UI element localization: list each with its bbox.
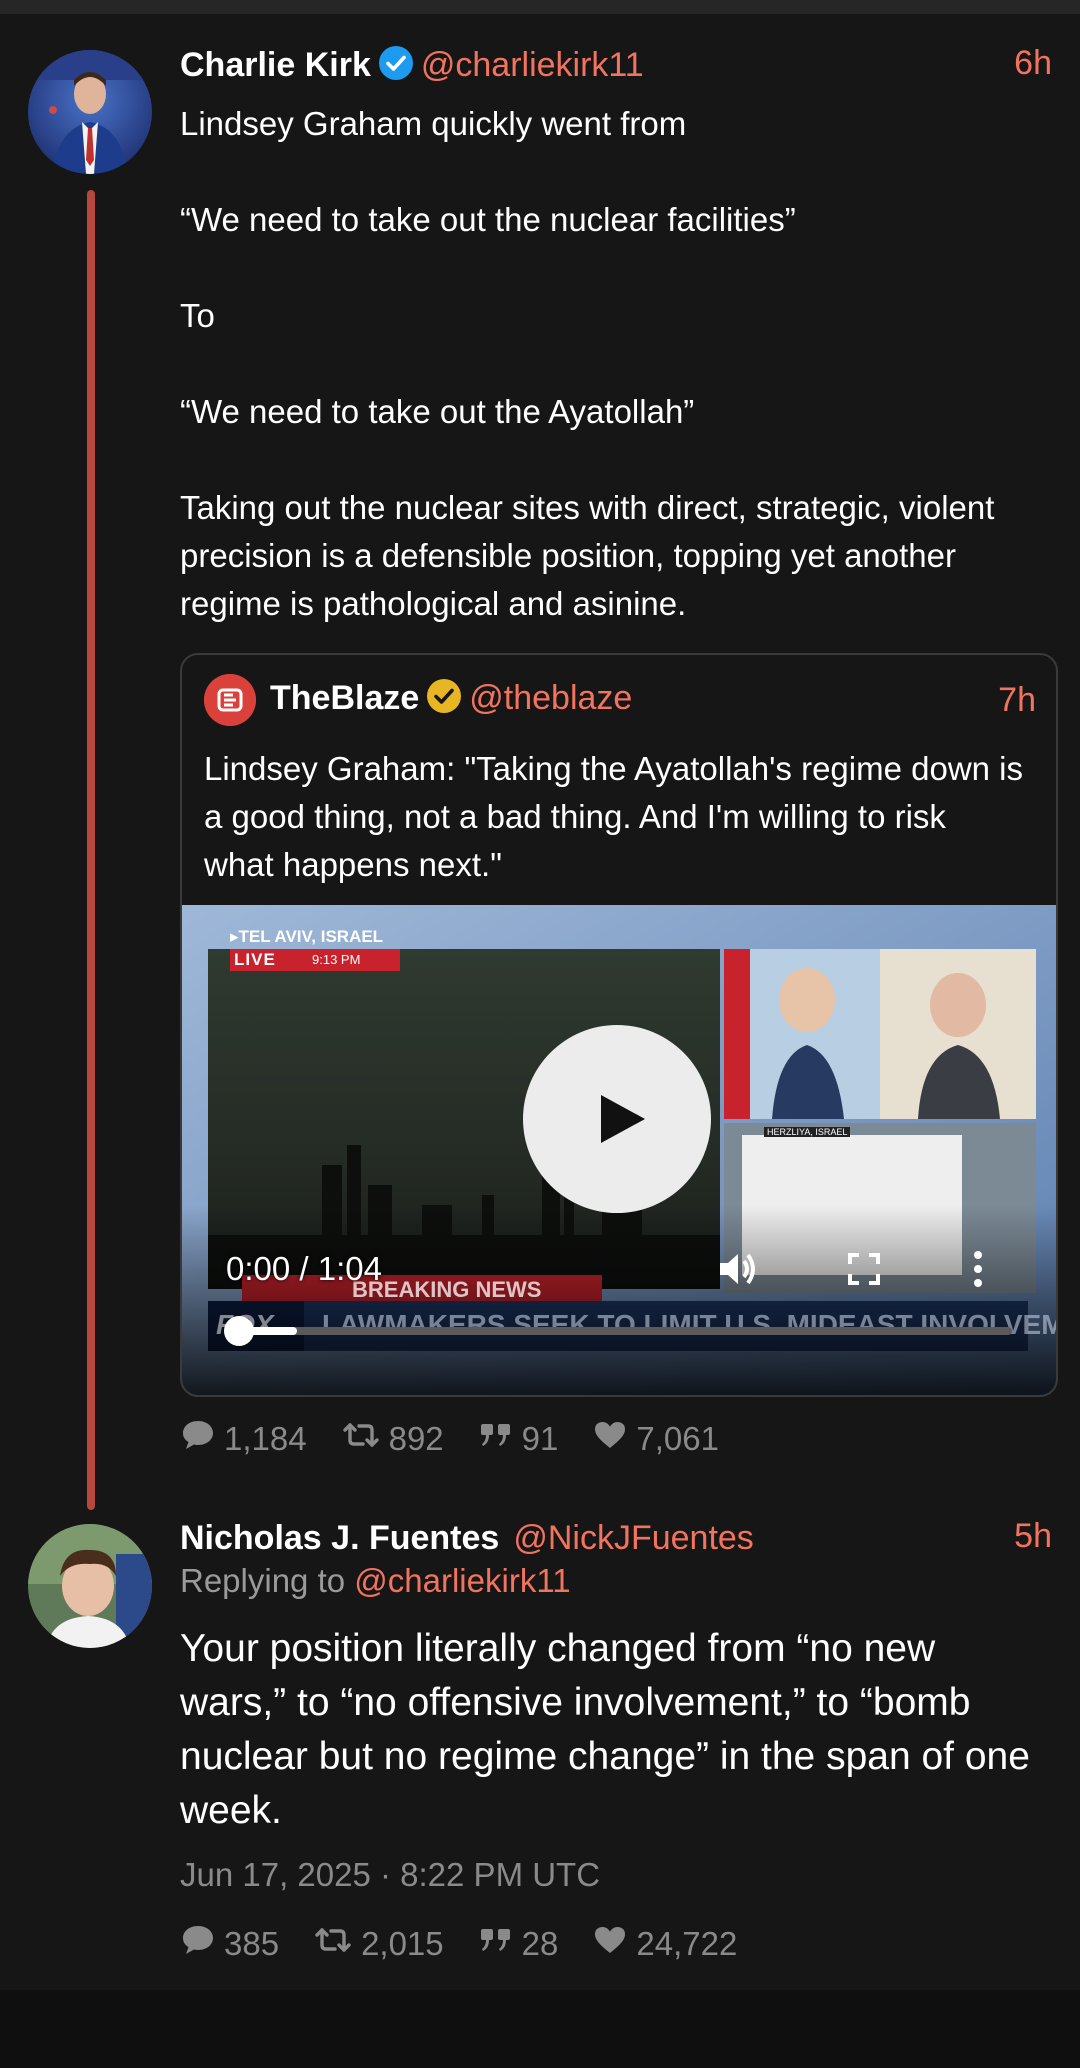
- quoted-tweet[interactable]: TheBlaze @theblaze 7h Lindsey Graham: "Ta…: [180, 653, 1058, 1397]
- comment-count: 1,184: [224, 1420, 307, 1457]
- theblaze-logo-icon[interactable]: [204, 674, 256, 727]
- video-live-time: 9:13 PM: [312, 952, 361, 967]
- video-live-badge: LIVE: [234, 950, 276, 969]
- fullscreen-icon[interactable]: [844, 1249, 884, 1294]
- volume-icon[interactable]: [714, 1245, 762, 1298]
- comment-stat[interactable]: 1,184: [180, 1418, 307, 1460]
- quote-icon: [478, 1420, 522, 1458]
- quote-time[interactable]: 7h: [998, 681, 1036, 720]
- thread-line: [87, 190, 95, 1510]
- tweet-text: Your position literally changed from “no…: [180, 1627, 1030, 1832]
- tweet-date[interactable]: Jun 17, 2025 · 8:22 PM UTC: [180, 1856, 600, 1894]
- quote-author-handle[interactable]: @theblaze: [469, 679, 632, 717]
- tweet-stats: 385 2,015 28 24,722: [180, 1923, 771, 1965]
- comment-count: 385: [224, 1925, 280, 1962]
- video-progress-track[interactable]: [224, 1316, 1012, 1346]
- author-handle[interactable]: @NickJFuentes: [513, 1519, 753, 1557]
- like-stat[interactable]: 24,722: [592, 1924, 737, 1964]
- author-handle[interactable]: @charliekirk11: [421, 46, 644, 84]
- top-bar: [0, 0, 1080, 14]
- replying-to-label: Replying to: [180, 1562, 346, 1599]
- retweet-icon: [341, 1420, 389, 1458]
- quote-author-name[interactable]: TheBlaze: [270, 679, 419, 717]
- retweet-count: 892: [388, 1420, 444, 1457]
- verified-badge-icon: [377, 44, 415, 92]
- quote-header: TheBlaze @theblaze: [204, 673, 632, 729]
- like-count: 24,722: [636, 1925, 738, 1962]
- retweet-count: 2,015: [361, 1925, 444, 1962]
- more-vertical-icon[interactable]: [970, 1249, 986, 1294]
- retweet-stat[interactable]: 892: [341, 1420, 444, 1458]
- tweet-stats: 1,184 892 91 7,061: [180, 1418, 753, 1460]
- tweet-text: Lindsey Graham quickly went from “We nee…: [180, 105, 995, 622]
- comment-stat[interactable]: 385: [180, 1923, 279, 1965]
- video-inset-label: HERZLIYA, ISRAEL: [764, 1127, 851, 1137]
- tweet-header: Nicholas J. Fuentes @NickJFuentes: [180, 1517, 754, 1559]
- tweet-header: Charlie Kirk @charliekirk11: [180, 44, 644, 92]
- like-stat[interactable]: 7,061: [592, 1419, 719, 1459]
- video-scrubber-handle[interactable]: [224, 1316, 254, 1346]
- avatar-charlie-kirk[interactable]: [28, 50, 152, 174]
- video-headline: LAWMAKERS SEEK TO LIMIT U.S. MIDEAST INV…: [322, 1309, 1056, 1340]
- comment-icon: [180, 1923, 224, 1965]
- quote-text: Lindsey Graham: "Taking the Ayatollah's …: [204, 750, 1024, 883]
- quote-count: 28: [521, 1925, 559, 1962]
- author-name[interactable]: Charlie Kirk: [180, 46, 371, 84]
- quote-stat[interactable]: 91: [478, 1420, 559, 1458]
- bottom-bar: [0, 1990, 1080, 2068]
- heart-icon: [592, 1419, 636, 1459]
- quote-stat[interactable]: 28: [478, 1925, 559, 1963]
- tweet-time[interactable]: 5h: [1014, 1517, 1052, 1556]
- like-count: 7,061: [636, 1420, 719, 1457]
- tweet-time[interactable]: 6h: [1014, 44, 1052, 83]
- replying-to: Replying to @charliekirk11: [180, 1562, 571, 1600]
- heart-icon: [592, 1924, 636, 1964]
- quote-count: 91: [521, 1420, 559, 1457]
- avatar-nicholas-fuentes[interactable]: [28, 1524, 152, 1648]
- verified-badge-icon: [425, 677, 463, 729]
- retweet-stat[interactable]: 2,015: [313, 1925, 444, 1963]
- video-time: 0:00 / 1:04: [226, 1250, 382, 1287]
- play-icon[interactable]: [523, 1025, 711, 1213]
- video-player[interactable]: ▸TEL AVIV, ISRAEL LIVE 9:13 PM HERZLIYA,…: [182, 905, 1056, 1395]
- comment-icon: [180, 1418, 224, 1460]
- quote-icon: [478, 1925, 522, 1963]
- video-location: ▸TEL AVIV, ISRAEL: [230, 927, 384, 946]
- replying-to-handle[interactable]: @charliekirk11: [354, 1562, 570, 1599]
- author-name[interactable]: Nicholas J. Fuentes: [180, 1519, 499, 1557]
- retweet-icon: [313, 1925, 361, 1963]
